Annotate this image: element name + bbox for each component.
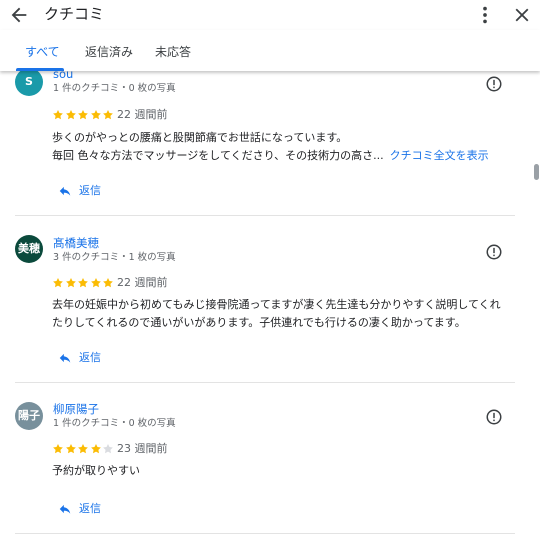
review-text-line-2: 毎回 色々な方法でマッサージをしてくださり、その技術力の高さ... クチコミ全文を… [52, 147, 489, 165]
reply-label: 返信 [79, 351, 101, 364]
review-text-line-1: 予約が取りやすい [52, 464, 140, 477]
review-time: 22 週間前 [117, 276, 168, 289]
star-filled-icon [78, 278, 88, 288]
reply-label: 返信 [79, 502, 101, 515]
show-full-review-link[interactable]: クチコミ全文を表示 [390, 149, 489, 162]
review-list[interactable]: S sou 1 件のクチコミ・0 枚の写真 22 週間前 歩くのがやっとの腰痛と… [0, 71, 530, 540]
scrollbar-track[interactable] [531, 71, 540, 540]
review-item: S sou 1 件のクチコミ・0 枚の写真 22 週間前 歩くのがやっとの腰痛と… [0, 71, 530, 215]
star-filled-icon [90, 110, 101, 120]
avatar[interactable]: S [15, 71, 43, 96]
more-vert-icon [483, 6, 487, 24]
reply-icon [59, 186, 71, 196]
review-text-truncated: 毎回 色々な方法でマッサージをしてくださり、その技術力の高さ... [52, 149, 384, 162]
star-filled-icon [65, 278, 76, 288]
scrollbar-thumb[interactable] [534, 164, 539, 180]
star-filled-icon [53, 278, 63, 288]
avatar[interactable]: 陽子 [15, 402, 43, 430]
arrow-back-icon [11, 7, 27, 23]
reviewer-meta: 1 件のクチコミ・0 枚の写真 [53, 83, 176, 94]
reply-button[interactable]: 返信 [58, 183, 101, 199]
review-text-line-1: 歩くのがやっとの腰痛と股関節痛でお世話になっています。 [52, 131, 348, 144]
active-tab-indicator [16, 68, 64, 71]
report-icon [486, 244, 502, 260]
star-filled-icon [90, 444, 101, 454]
reviewer-name[interactable]: sou [53, 71, 73, 81]
star-filled-icon [53, 444, 63, 454]
reviewer-meta: 3 件のクチコミ・1 枚の写真 [53, 252, 176, 263]
star-filled-icon [90, 278, 101, 288]
star-rating [52, 443, 115, 455]
star-filled-icon [65, 444, 76, 454]
review-text-line-2: たりしてくれるので通いがいがあります。子供連れでも行けるの凄く助かってます。 [52, 316, 466, 329]
report-icon [486, 409, 502, 425]
close-button[interactable] [511, 4, 533, 26]
reply-icon [59, 353, 71, 363]
reviewer-name[interactable]: 柳原陽子 [53, 402, 99, 416]
star-filled-icon [103, 110, 113, 120]
star-rating [52, 277, 115, 289]
divider [15, 533, 515, 534]
more-options-button[interactable] [474, 4, 496, 26]
star-filled-icon [53, 110, 63, 120]
review-item: 美穂 髙橋美穂 3 件のクチコミ・1 枚の写真 22 週間前 去年の妊娠中から初… [0, 216, 530, 382]
tab-all[interactable]: すべて [25, 44, 60, 60]
reply-icon [59, 504, 71, 514]
review-text-line-1: 去年の妊娠中から初めてもみじ接骨院通ってますが凄く先生達も分かりやすく説明してく… [52, 298, 501, 311]
reply-button[interactable]: 返信 [58, 501, 101, 517]
filter-tabs: すべて 返信済み 未応答 [0, 30, 540, 71]
reply-button[interactable]: 返信 [58, 350, 101, 366]
report-button[interactable] [485, 243, 503, 261]
report-button[interactable] [485, 75, 503, 93]
star-empty-icon [103, 444, 113, 454]
star-filled-icon [78, 444, 88, 454]
close-icon [515, 8, 529, 22]
review-item: 陽子 柳原陽子 1 件のクチコミ・0 枚の写真 23 週間前 予約が取りやすい … [0, 383, 530, 533]
avatar[interactable]: 美穂 [15, 235, 43, 263]
top-app-bar: クチコミ [0, 0, 540, 30]
reviewer-name[interactable]: 髙橋美穂 [53, 236, 99, 250]
star-rating [52, 109, 115, 121]
page-title: クチコミ [44, 5, 105, 23]
report-button[interactable] [485, 408, 503, 426]
report-icon [486, 76, 502, 92]
tab-unanswered[interactable]: 未応答 [155, 44, 191, 60]
review-time: 23 週間前 [117, 442, 168, 455]
review-time: 22 週間前 [117, 108, 168, 121]
back-button[interactable] [8, 4, 30, 26]
star-filled-icon [65, 110, 76, 120]
tab-replied[interactable]: 返信済み [85, 44, 133, 60]
star-filled-icon [103, 278, 113, 288]
star-filled-icon [78, 110, 88, 120]
reviewer-meta: 1 件のクチコミ・0 枚の写真 [53, 418, 176, 429]
reply-label: 返信 [79, 184, 101, 197]
